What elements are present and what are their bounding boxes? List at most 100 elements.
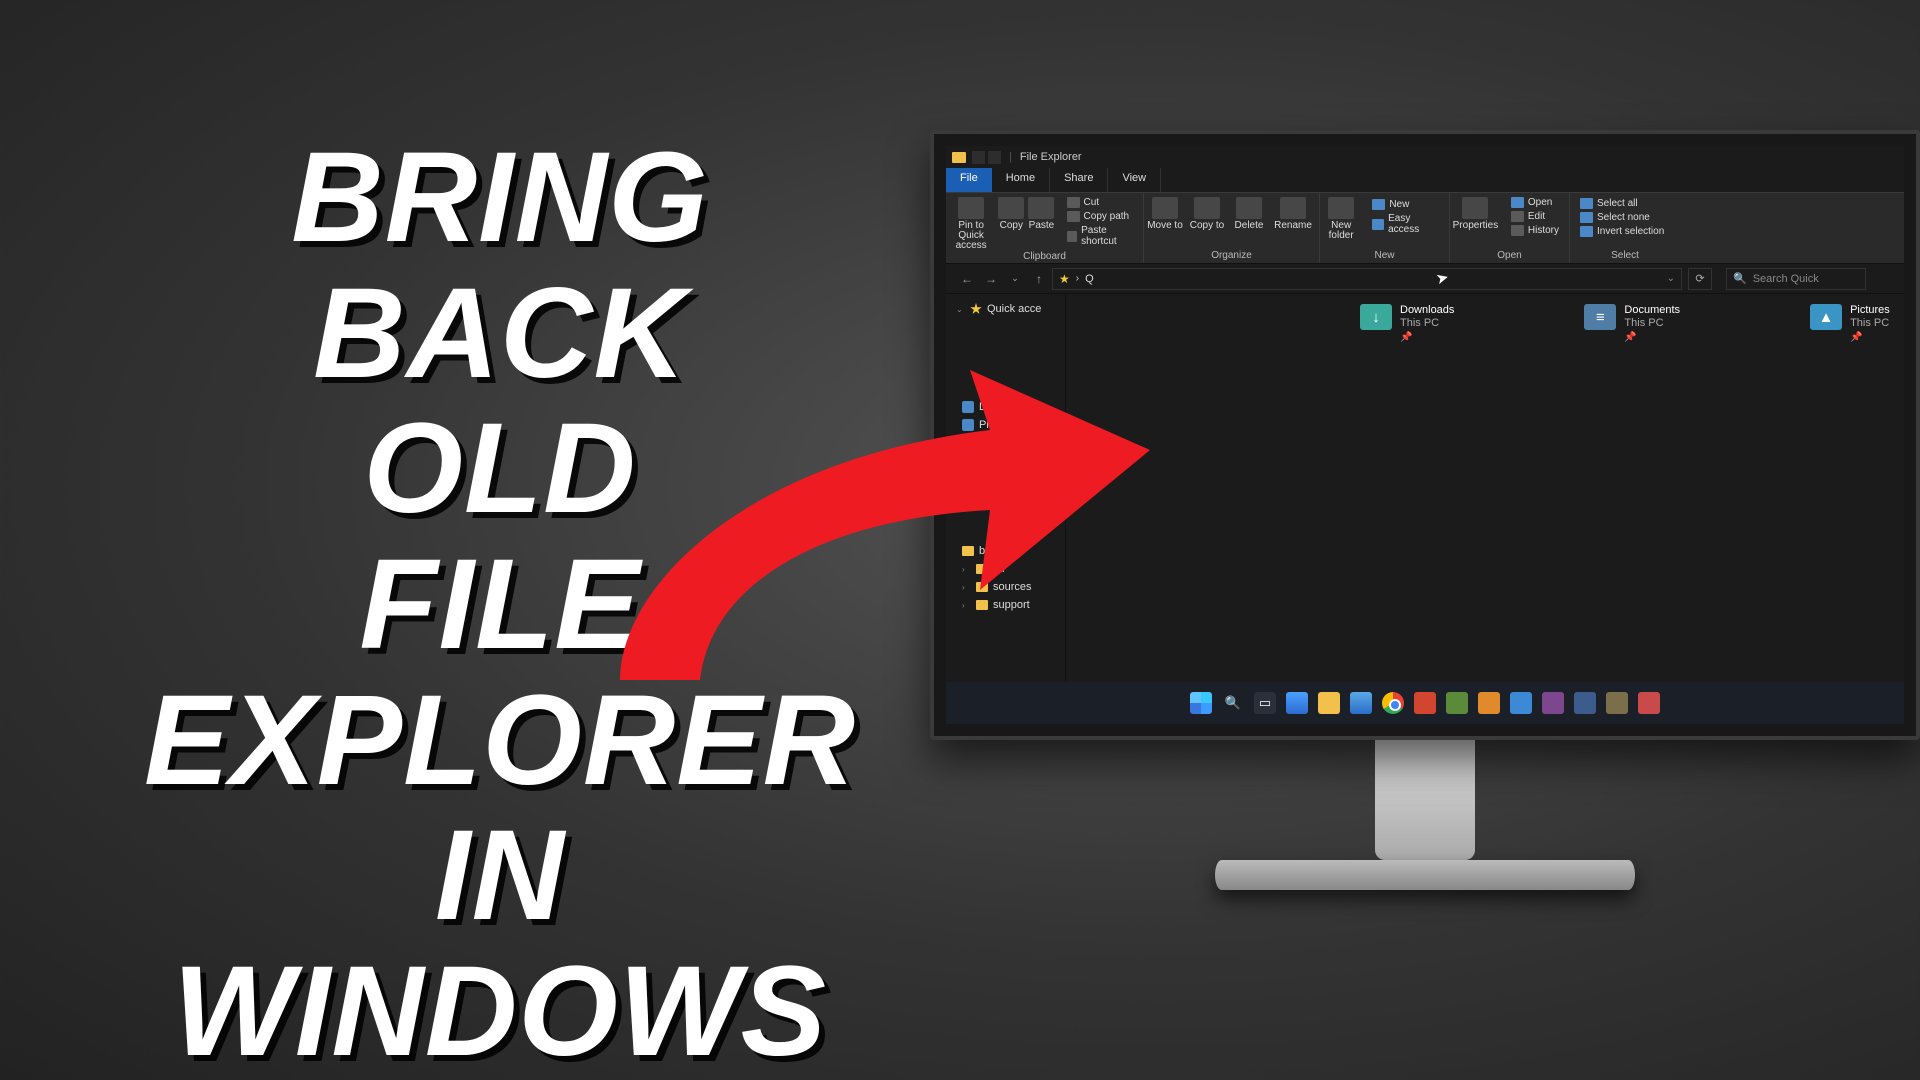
- explorer-body: ⌄Quick acce Documents Pictures ›On boot …: [946, 294, 1904, 694]
- pin-to-quick-access-button[interactable]: Pin to Quick access: [946, 193, 996, 251]
- refresh-button[interactable]: ⟳: [1688, 268, 1712, 290]
- address-token: Q: [1085, 273, 1094, 285]
- shortcut-icon: [1067, 231, 1078, 242]
- start-button[interactable]: [1190, 692, 1212, 714]
- move-to-button[interactable]: Move to: [1144, 193, 1186, 231]
- new-folder-icon: [1328, 197, 1354, 219]
- group-label-select: Select: [1570, 250, 1680, 263]
- address-bar[interactable]: ★ › Q ⌄: [1052, 268, 1682, 290]
- ribbon-group-select: Select all Select none Invert selection …: [1570, 193, 1680, 263]
- folder-icon: [976, 600, 988, 610]
- copy-button[interactable]: Copy: [996, 193, 1026, 251]
- tree-onedrive[interactable]: ›On: [946, 444, 1065, 462]
- group-label-clipboard: Clipboard: [946, 251, 1143, 264]
- qat-button-1[interactable]: [972, 151, 985, 164]
- headline-line-6: WINDOWS 11: [120, 944, 880, 1080]
- tab-file[interactable]: File: [946, 168, 992, 192]
- new-folder-button[interactable]: New folder: [1320, 193, 1362, 241]
- tree-pictures[interactable]: Pictures: [946, 416, 1065, 434]
- select-none-button[interactable]: Select none: [1576, 211, 1674, 224]
- taskbar-app-6[interactable]: [1574, 692, 1596, 714]
- navigation-pane: ⌄Quick acce Documents Pictures ›On boot …: [946, 294, 1066, 694]
- navigation-bar: ← → ⌄ ↑ ★ › Q ⌄ ⟳ 🔍 Search Quick: [946, 264, 1904, 294]
- qat-button-2[interactable]: [988, 151, 1001, 164]
- rename-icon: [1280, 197, 1306, 219]
- history-button[interactable]: History: [1507, 224, 1563, 237]
- chevron-right-icon: ›: [1076, 273, 1079, 284]
- item-pictures[interactable]: ▲ PicturesThis PC📌: [1810, 304, 1890, 684]
- properties-button[interactable]: Properties: [1450, 193, 1501, 240]
- tree-boot[interactable]: boot: [946, 542, 1065, 560]
- back-button[interactable]: ←: [956, 268, 978, 290]
- tree-sources[interactable]: ›sources: [946, 578, 1065, 596]
- select-none-icon: [1580, 212, 1593, 223]
- item-documents[interactable]: ≡ DocumentsThis PC📌: [1584, 304, 1680, 684]
- tree-efi[interactable]: ›efi: [946, 560, 1065, 578]
- easy-access-button[interactable]: Easy access: [1368, 212, 1443, 236]
- monitor-bezel: | File Explorer File Home Share View: [930, 130, 1920, 740]
- ribbon-group-organize: Move to Copy to Delete Rename Organize: [1144, 193, 1320, 263]
- taskbar-app-4[interactable]: [1510, 692, 1532, 714]
- paste-button[interactable]: Paste: [1026, 193, 1056, 251]
- headline-line-1: BRING BACK: [120, 130, 880, 401]
- address-dropdown-icon[interactable]: ⌄: [1667, 273, 1675, 284]
- widgets-button[interactable]: [1286, 692, 1308, 714]
- copy-path-button[interactable]: Copy path: [1063, 210, 1137, 223]
- tab-share[interactable]: Share: [1050, 168, 1108, 192]
- taskbar-chrome[interactable]: [1382, 692, 1404, 714]
- task-view-button[interactable]: ▭: [1254, 692, 1276, 714]
- taskbar-app-3[interactable]: [1478, 692, 1500, 714]
- tab-view[interactable]: View: [1108, 168, 1161, 192]
- headline: BRING BACK OLD FILE EXPLORER IN WINDOWS …: [120, 130, 880, 1080]
- file-explorer-titlebar[interactable]: | File Explorer: [946, 146, 1904, 168]
- taskbar: 🔍 ▭: [946, 682, 1904, 724]
- tree-support[interactable]: ›support: [946, 596, 1065, 614]
- taskbar-app-7[interactable]: [1606, 692, 1628, 714]
- star-icon: ★: [1059, 272, 1070, 286]
- ribbon: Pin to Quick access Copy Paste: [946, 192, 1904, 264]
- cut-button[interactable]: Cut: [1063, 196, 1137, 209]
- paste-icon: [1028, 197, 1054, 219]
- forward-button[interactable]: →: [980, 268, 1002, 290]
- open-button[interactable]: Open: [1507, 196, 1563, 209]
- select-all-button[interactable]: Select all: [1576, 197, 1674, 210]
- recent-locations-button[interactable]: ⌄: [1004, 268, 1026, 290]
- up-button[interactable]: ↑: [1028, 268, 1050, 290]
- file-explorer-window: | File Explorer File Home Share View: [946, 146, 1904, 716]
- item-downloads[interactable]: ↓ DownloadsThis PC📌: [1360, 304, 1454, 684]
- taskbar-app-8[interactable]: [1638, 692, 1660, 714]
- ribbon-group-new: New folder New Easy access New: [1320, 193, 1450, 263]
- pictures-icon: ▲: [1810, 304, 1842, 330]
- edit-button[interactable]: Edit: [1507, 210, 1563, 223]
- cloud-icon: [970, 449, 983, 458]
- rename-button[interactable]: Rename: [1270, 193, 1316, 231]
- headline-line-5: IN: [120, 808, 880, 944]
- star-icon: [970, 303, 982, 315]
- taskbar-app-5[interactable]: [1542, 692, 1564, 714]
- pin-icon: 📌: [1400, 331, 1454, 344]
- search-input[interactable]: 🔍 Search Quick: [1726, 268, 1866, 290]
- folder-icon: [962, 546, 974, 556]
- tree-documents[interactable]: Documents: [946, 398, 1065, 416]
- taskbar-edge[interactable]: [1350, 692, 1372, 714]
- invert-selection-button[interactable]: Invert selection: [1576, 225, 1674, 238]
- paste-shortcut-button[interactable]: Paste shortcut: [1063, 224, 1137, 248]
- delete-button[interactable]: Delete: [1228, 193, 1270, 231]
- copyto-icon: [1194, 197, 1220, 219]
- new-item-button[interactable]: New: [1368, 198, 1443, 211]
- history-icon: [1511, 225, 1524, 236]
- taskbar-file-explorer[interactable]: [1318, 692, 1340, 714]
- taskbar-search-button[interactable]: 🔍: [1222, 692, 1244, 714]
- monitor-stand-base: [1215, 860, 1635, 890]
- quick-access-toolbar: [972, 151, 1001, 164]
- tab-home[interactable]: Home: [992, 168, 1050, 192]
- copy-to-button[interactable]: Copy to: [1186, 193, 1228, 231]
- headline-line-2: OLD: [120, 401, 880, 537]
- taskbar-app-1[interactable]: [1414, 692, 1436, 714]
- tree-quick-access[interactable]: ⌄Quick acce: [946, 300, 1065, 318]
- headline-line-3: FILE: [120, 537, 880, 673]
- taskbar-app-2[interactable]: [1446, 692, 1468, 714]
- group-label-open: Open: [1450, 250, 1569, 263]
- monitor: | File Explorer File Home Share View: [930, 130, 1920, 890]
- pin-icon: 📌: [1624, 331, 1680, 344]
